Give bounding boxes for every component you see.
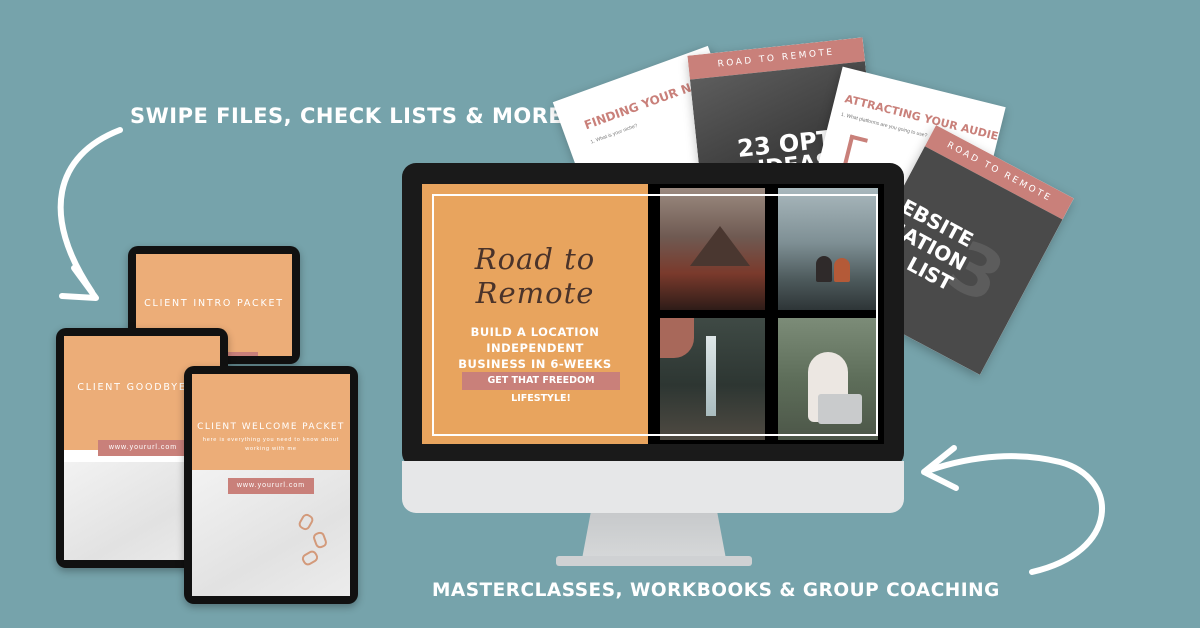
caption-swipe-files: SWIPE FILES, CHECK LISTS & MORE!: [130, 104, 574, 128]
screen-inner-frame: [432, 194, 878, 436]
tablet-subtitle-line2: working with me: [245, 446, 297, 452]
monitor-chin: [402, 461, 904, 513]
tablet-title: CLIENT INTRO PACKET: [144, 298, 284, 309]
tablet-subtitle-line1: here is everything you need to know abou…: [202, 437, 340, 443]
tablet-client-welcome-packet: CLIENT WELCOME PACKET here is everything…: [184, 366, 358, 604]
worksheet-heading: FINDING YOUR N: [582, 80, 694, 133]
monitor-stand-foot: [556, 556, 752, 566]
tablet-title: CLIENT WELCOME PACKET: [197, 422, 345, 432]
monitor-screen: Road to Remote BUILD A LOCATION INDEPEND…: [422, 184, 884, 444]
caption-masterclasses: MASTERCLASSES, WORKBOOKS & GROUP COACHIN…: [432, 580, 1000, 601]
tablet-url-button[interactable]: www.yoururl.com: [228, 478, 314, 494]
tablet-url-button[interactable]: www.yoururl.com: [98, 440, 188, 456]
monitor-stand-neck: [582, 513, 726, 559]
tablet-screen: CLIENT WELCOME PACKET here is everything…: [192, 374, 350, 596]
